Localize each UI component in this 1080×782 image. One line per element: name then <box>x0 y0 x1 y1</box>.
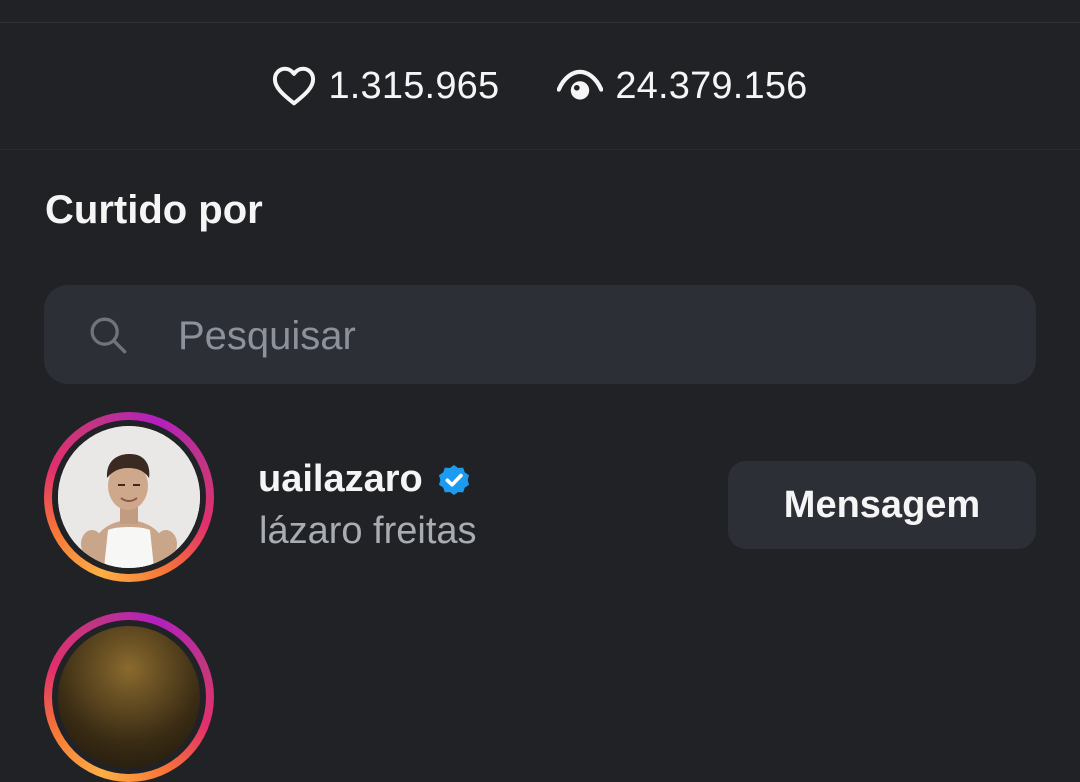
likes-stat: 1.315.965 <box>272 65 499 108</box>
avatar-photo <box>58 626 200 768</box>
list-item[interactable]: uailazaro lázaro freitas Mensagem <box>0 412 1080 584</box>
verified-badge-icon <box>438 464 469 495</box>
post-stats-bar: 1.315.965 24.379.156 <box>0 23 1080 150</box>
avatar[interactable] <box>44 412 214 582</box>
eye-icon <box>557 69 604 100</box>
message-button[interactable]: Mensagem <box>728 461 1036 549</box>
search-input[interactable] <box>176 305 1000 367</box>
heart-outline-icon <box>273 66 316 106</box>
search-icon <box>90 317 127 354</box>
liked-by-title: Curtido por <box>45 188 263 232</box>
views-stat: 24.379.156 <box>557 65 807 108</box>
search-bar[interactable] <box>44 285 1036 384</box>
full-name: lázaro freitas <box>259 510 477 552</box>
username-line[interactable]: uailazaro <box>258 458 473 501</box>
top-bar-divider <box>0 0 1080 23</box>
views-count: 24.379.156 <box>615 64 808 107</box>
person-photo-icon <box>58 426 200 568</box>
avatar[interactable] <box>44 612 214 782</box>
avatar-photo <box>58 426 200 568</box>
username[interactable]: uailazaro <box>258 458 423 501</box>
likes-count: 1.315.965 <box>328 64 500 107</box>
